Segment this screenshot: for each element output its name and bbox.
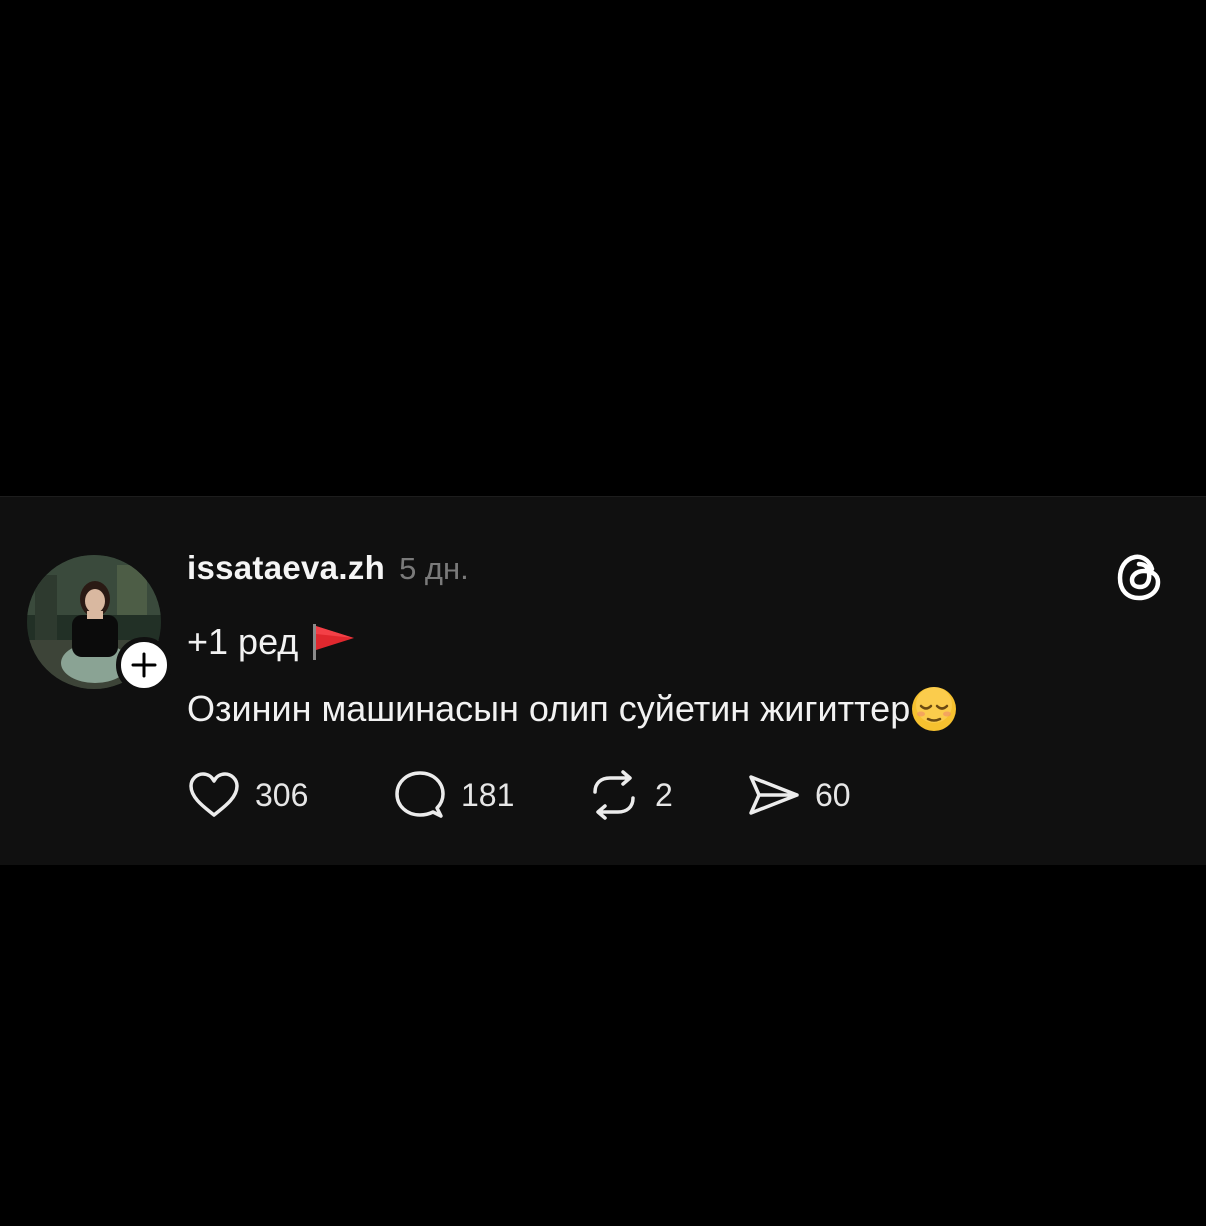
heart-icon — [189, 772, 239, 817]
comment-icon — [395, 771, 445, 818]
username[interactable]: issataeva.zh — [187, 549, 385, 587]
post-text-line-1-label: +1 ред — [187, 621, 299, 662]
repost-button[interactable]: 2 — [587, 769, 673, 821]
plus-icon — [131, 652, 157, 678]
send-icon — [749, 775, 799, 815]
follow-button[interactable] — [116, 637, 172, 693]
share-count: 60 — [815, 776, 851, 813]
repost-icon — [593, 770, 635, 820]
relieved-face-emoji-icon — [912, 687, 957, 731]
post-actions-bar: 306 181 2 60 — [187, 769, 887, 821]
post-text-line-2-label: Озинин машинасын олип суйетин жигиттер — [187, 688, 911, 729]
avatar-container[interactable] — [27, 555, 172, 693]
threads-post-card[interactable]: issataeva.zh 5 дн. +1 ред Озинин машинас… — [0, 496, 1206, 865]
post-text-line-2: Озинин машинасын олип суйетин жигиттер — [187, 685, 958, 733]
post-header: issataeva.zh 5 дн. — [187, 549, 469, 587]
threads-logo-icon[interactable] — [1112, 549, 1168, 605]
like-button[interactable]: 306 — [187, 769, 308, 821]
repost-count: 2 — [655, 776, 673, 813]
post-text-line-1: +1 ред — [187, 621, 356, 663]
reply-count: 181 — [461, 776, 515, 813]
timestamp: 5 дн. — [399, 551, 469, 586]
red-flag-icon — [313, 624, 355, 660]
share-button[interactable]: 60 — [747, 769, 851, 821]
like-count: 306 — [255, 776, 309, 813]
reply-button[interactable]: 181 — [393, 769, 514, 821]
